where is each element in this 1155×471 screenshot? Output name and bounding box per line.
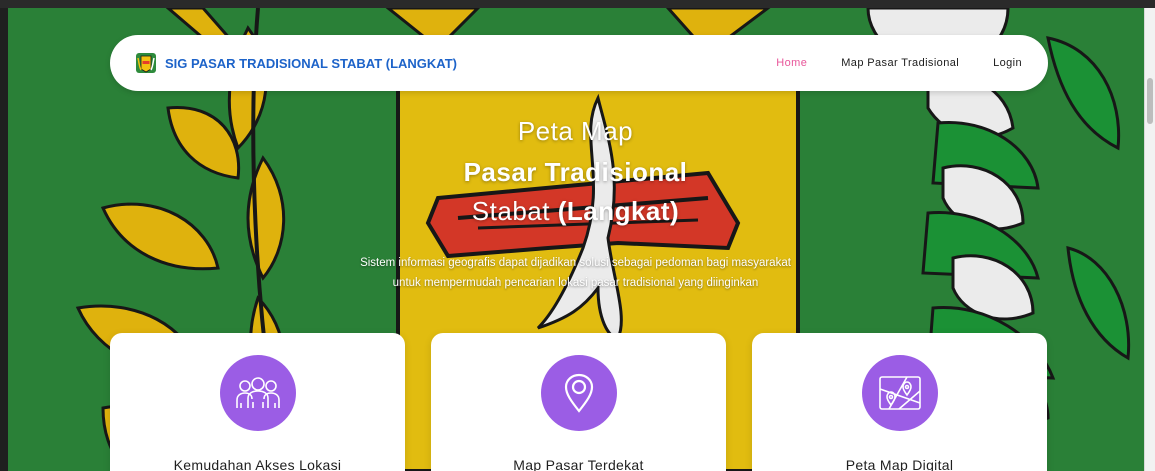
feature-card-akses-lokasi[interactable]: Kemudahan Akses Lokasi [110,333,405,471]
hero-title-stabat: Stabat [471,196,550,226]
page-viewport: SIG PASAR TRADISIONAL STABAT (LANGKAT) H… [8,8,1145,471]
hero-title-langkat: (Langkat) [557,196,680,226]
card-title: Map Pasar Terdekat [513,457,644,471]
hero-description: Sistem informasi geografis dapat dijadik… [360,257,791,289]
nav-login[interactable]: Login [993,57,1022,69]
card-title: Kemudahan Akses Lokasi [173,457,342,471]
people-group-icon [235,377,280,408]
nav-home[interactable]: Home [776,57,807,69]
hero-section: Peta Map Pasar Tradisional Stabat (Langk… [338,116,813,293]
hero-title-line2: Pasar Tradisional [463,157,688,187]
feature-card-peta-digital[interactable]: Peta Map Digital [752,333,1047,471]
map-icon [878,376,921,410]
scrollbar-thumb[interactable] [1147,78,1153,124]
icon-circle [540,355,617,431]
brand-title: SIG PASAR TRADISIONAL STABAT (LANGKAT) [165,55,458,71]
brand-link[interactable]: SIG PASAR TRADISIONAL STABAT (LANGKAT) [135,35,457,91]
langkat-logo-icon [136,53,156,73]
browser-top-edge [0,0,1155,8]
nav-map-pasar-tradisional[interactable]: Map Pasar Tradisional [841,57,959,69]
navbar: SIG PASAR TRADISIONAL STABAT (LANGKAT) H… [110,35,1048,91]
card-title: Peta Map Digital [845,457,954,471]
icon-circle [861,355,938,431]
nav-links: Home Map Pasar Tradisional Login [776,35,1022,91]
hero-title-line3: Stabat (Langkat) [338,196,813,227]
icon-circle [219,355,296,431]
hero-title-line1: Peta Map [517,116,634,146]
location-pin-icon [564,373,593,413]
feature-card-map-terdekat[interactable]: Map Pasar Terdekat [431,333,726,471]
vertical-scrollbar[interactable] [1144,8,1155,471]
